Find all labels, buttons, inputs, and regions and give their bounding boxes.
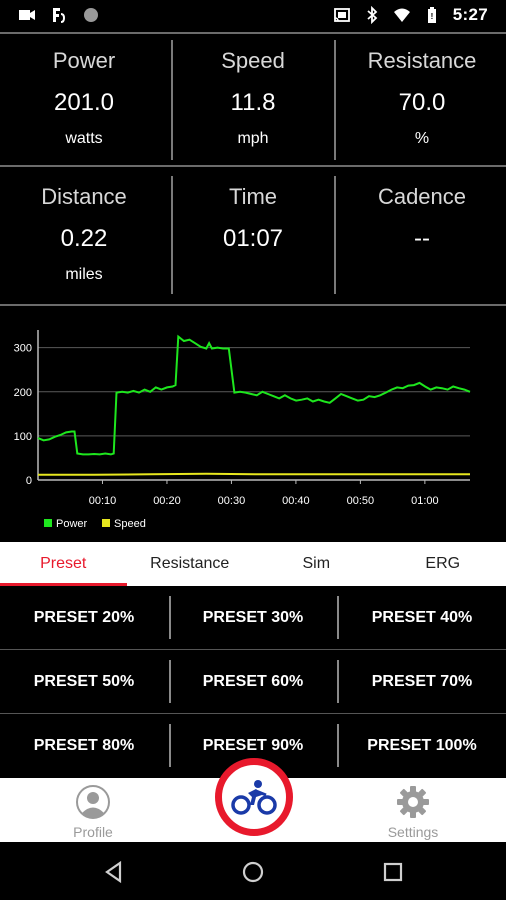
metric-distance: Distance 0.22 miles: [0, 168, 168, 303]
legend-label: Speed: [114, 518, 146, 530]
metric-unit: mph: [237, 130, 269, 147]
gear-icon: [397, 786, 429, 818]
status-right-icons: ! 5:27: [333, 5, 488, 25]
back-icon[interactable]: [102, 860, 126, 884]
y-tick-label: 200: [14, 387, 32, 399]
preset-button-80[interactable]: PRESET 80%: [0, 714, 168, 777]
power-speed-chart: 0 100 200 300 00:10 00:20 00:30 00:40 00:50 01:00…: [0, 308, 506, 542]
metrics-panel: Power 201.0 watts Speed 11.8 mph Resista…: [0, 32, 506, 307]
recents-icon[interactable]: [381, 860, 405, 884]
metric-power: Power 201.0 watts: [0, 32, 168, 167]
metrics-row: Distance 0.22 miles Time 01:07 Cadence -…: [0, 168, 506, 303]
status-time: 5:27: [452, 5, 488, 24]
nav-profile[interactable]: Profile: [33, 778, 153, 842]
battery-icon: !: [427, 7, 436, 23]
cyclist-icon: [231, 780, 277, 815]
metrics-row: Power 201.0 watts Speed 11.8 mph Resista…: [0, 32, 506, 167]
y-tick-label: 100: [14, 431, 32, 443]
y-tick-label: 0: [26, 475, 32, 487]
metric-resistance: Resistance 70.0 %: [338, 32, 506, 167]
x-tick-label: 00:30: [218, 495, 246, 507]
ride-button[interactable]: [215, 758, 293, 836]
svg-text:!: !: [430, 12, 433, 21]
metric-unit: miles: [65, 266, 103, 283]
x-tick-label: 00:20: [153, 495, 181, 507]
metric-label: Cadence: [377, 184, 467, 209]
legend-swatch: [44, 519, 52, 527]
preset-button-60[interactable]: PRESET 60%: [169, 650, 337, 713]
circle-icon: [84, 8, 98, 22]
chart-svg: 0 100 200 300 00:10 00:20 00:30 00:40 00:50 01:00…: [14, 330, 471, 530]
metric-label: Time: [228, 184, 278, 209]
fire-tv-icon: [53, 8, 66, 23]
tab-erg[interactable]: ERG: [380, 542, 506, 586]
metric-speed: Speed 11.8 mph: [169, 32, 337, 167]
series-line-power: [37, 334, 471, 456]
status-bar: ! 5:27: [0, 0, 506, 32]
x-tick-label: 00:10: [89, 495, 117, 507]
metric-value: 01:07: [222, 225, 284, 252]
metric-value: 0.22: [60, 225, 108, 252]
preset-button-100[interactable]: PRESET 100%: [338, 714, 506, 777]
divider: [0, 304, 506, 306]
x-tick-label: 01:00: [411, 495, 439, 507]
bluetooth-icon: [367, 6, 378, 24]
chart-grid: [38, 347, 470, 481]
nav-label: Profile: [73, 824, 113, 840]
metric-label: Power: [52, 48, 116, 73]
tab-sim[interactable]: Sim: [253, 542, 380, 586]
nav-settings[interactable]: Settings: [353, 778, 473, 842]
series-line-speed: [38, 472, 470, 476]
preset-row: PRESET 20% PRESET 30% PRESET 40%: [0, 586, 506, 649]
preset-button-50[interactable]: PRESET 50%: [0, 650, 168, 713]
metric-time: Time 01:07: [169, 168, 337, 303]
divider: [334, 40, 336, 160]
preset-button-20[interactable]: PRESET 20%: [0, 586, 168, 649]
cast-icon: [333, 8, 350, 22]
metric-unit: watts: [65, 130, 103, 147]
legend-swatch: [102, 519, 110, 527]
preset-grid: PRESET 20% PRESET 30% PRESET 40% PRESET …: [0, 586, 506, 778]
preset-button-70[interactable]: PRESET 70%: [338, 650, 506, 713]
profile-icon: [76, 785, 110, 819]
divider: [334, 176, 336, 294]
wifi-icon: [393, 8, 410, 22]
home-icon[interactable]: [241, 860, 265, 884]
status-left-icons: [18, 6, 100, 24]
metric-value: 70.0: [398, 89, 446, 116]
metric-value: 11.8: [230, 89, 276, 116]
tab-resistance[interactable]: Resistance: [127, 542, 254, 586]
metric-unit: %: [414, 130, 430, 147]
mode-tabs: Preset Resistance Sim ERG: [0, 542, 506, 586]
nav-label: Settings: [387, 824, 439, 840]
legend-label: Power: [56, 518, 88, 530]
metric-cadence: Cadence --: [338, 168, 506, 303]
metric-value: 201.0: [53, 89, 115, 116]
chart-series: [37, 334, 471, 476]
metric-label: Speed: [221, 48, 285, 73]
video-icon: [19, 10, 35, 20]
system-nav-bar: [0, 842, 506, 900]
preset-row: PRESET 50% PRESET 60% PRESET 70%: [0, 650, 506, 713]
tab-preset[interactable]: Preset: [0, 542, 127, 586]
y-tick-label: 300: [14, 343, 32, 355]
metric-label: Distance: [41, 184, 127, 209]
x-tick-label: 00:40: [282, 495, 310, 507]
x-tick-label: 00:50: [347, 495, 375, 507]
metric-label: Resistance: [367, 48, 477, 73]
chart-legend: Power Speed: [44, 518, 146, 530]
preset-button-30[interactable]: PRESET 30%: [169, 586, 337, 649]
divider: [0, 165, 506, 167]
preset-button-40[interactable]: PRESET 40%: [338, 586, 506, 649]
chart-axes: 0 100 200 300 00:10 00:20 00:30 00:40 00:50 01:00: [14, 330, 470, 507]
metric-value: --: [414, 225, 430, 252]
